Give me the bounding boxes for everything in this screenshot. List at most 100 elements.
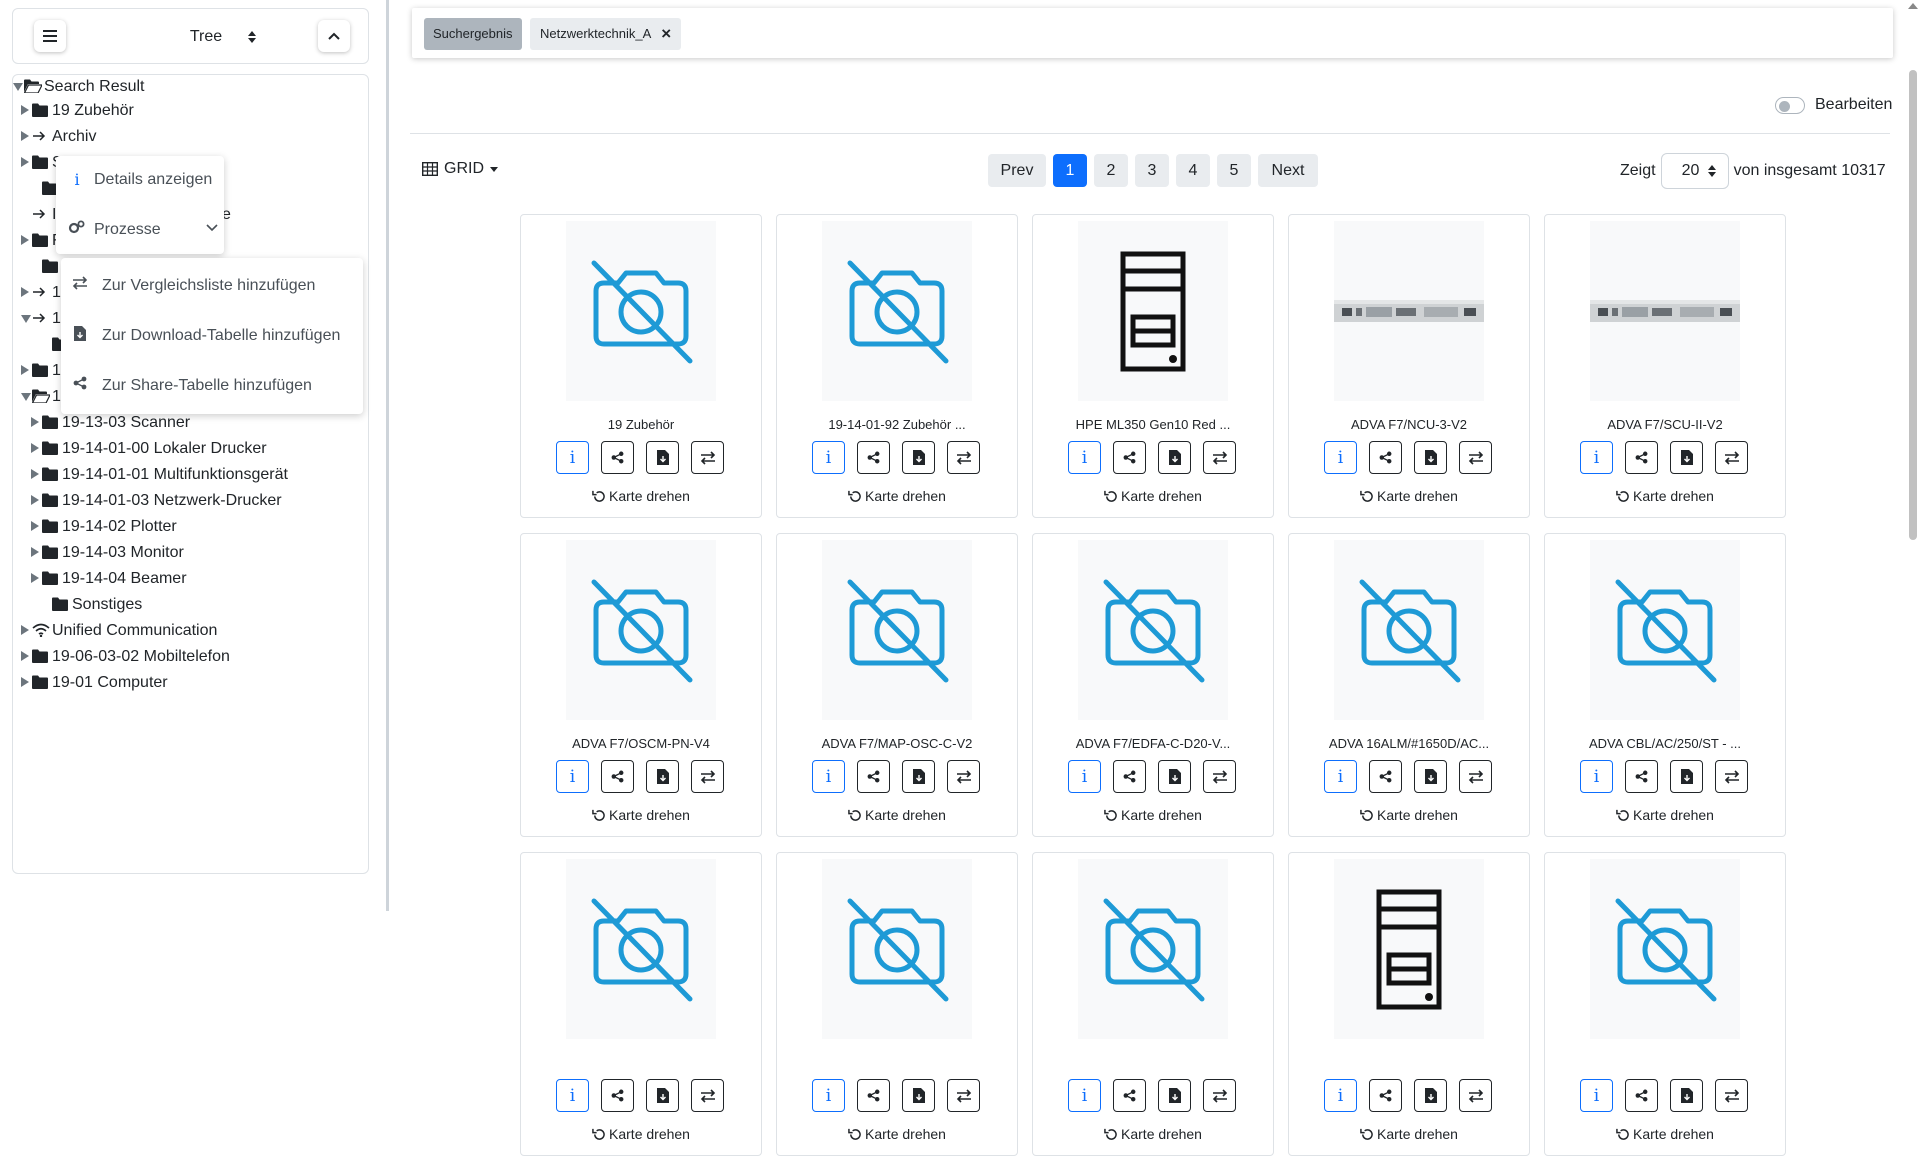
tree-item[interactable]: Archiv — [21, 125, 96, 149]
product-card[interactable]: i Karte drehen — [1288, 852, 1530, 1156]
tree-item[interactable]: 1 — [21, 385, 61, 409]
share-button[interactable] — [1369, 1079, 1402, 1112]
download-button[interactable] — [1158, 760, 1191, 793]
download-button[interactable] — [902, 1079, 935, 1112]
tree-item[interactable]: 19 Zubehör — [21, 99, 134, 123]
share-button[interactable] — [1625, 441, 1658, 474]
tree-item[interactable]: Search Result — [13, 75, 145, 99]
page-size-select[interactable]: 20 — [1660, 153, 1729, 189]
caret-right-icon[interactable] — [31, 492, 41, 510]
caret-right-icon[interactable] — [31, 518, 41, 536]
compare-button[interactable] — [1459, 441, 1492, 474]
processes-menu-item[interactable]: Prozesse — [68, 220, 218, 239]
caret-right-icon[interactable] — [21, 674, 31, 692]
tree-item[interactable]: 19-01 Computer — [21, 671, 168, 695]
info-button[interactable]: i — [812, 441, 845, 474]
info-button[interactable]: i — [1068, 760, 1101, 793]
download-button[interactable] — [1414, 441, 1447, 474]
product-card[interactable]: 19-14-01-92 Zubehör ... i Karte drehen — [776, 214, 1018, 518]
caret-right-icon[interactable] — [21, 284, 31, 302]
compare-button[interactable] — [1203, 1079, 1236, 1112]
tree-item[interactable]: 19-14-01-00 Lokaler Drucker — [31, 437, 267, 461]
product-card[interactable]: i Karte drehen — [1544, 852, 1786, 1156]
caret-right-icon[interactable] — [21, 232, 31, 250]
share-button[interactable] — [1625, 1079, 1658, 1112]
flip-card-button[interactable]: Karte drehen — [1545, 807, 1785, 823]
download-button[interactable] — [1670, 1079, 1703, 1112]
share-button[interactable] — [601, 1079, 634, 1112]
flip-card-button[interactable]: Karte drehen — [521, 807, 761, 823]
add-to-download-item[interactable]: Zur Download-Tabelle hinzufügen — [70, 326, 340, 346]
compare-button[interactable] — [1203, 760, 1236, 793]
edit-toggle[interactable]: Bearbeiten — [1775, 96, 1892, 114]
caret-right-icon[interactable] — [31, 414, 41, 432]
share-button[interactable] — [857, 760, 890, 793]
info-button[interactable]: i — [556, 441, 589, 474]
compare-button[interactable] — [947, 760, 980, 793]
tree-item[interactable]: Unified Communication — [21, 619, 217, 643]
product-card[interactable]: ADVA F7/SCU-II-V2 i Karte drehen — [1544, 214, 1786, 518]
flip-card-button[interactable]: Karte drehen — [1033, 807, 1273, 823]
page-5-button[interactable]: 5 — [1217, 154, 1251, 187]
compare-button[interactable] — [1203, 441, 1236, 474]
tree-item[interactable]: 19-14-01-03 Netzwerk-Drucker — [31, 489, 282, 513]
tree-item[interactable]: Sonstiges — [41, 593, 142, 617]
compare-button[interactable] — [691, 441, 724, 474]
download-button[interactable] — [1670, 760, 1703, 793]
page-4-button[interactable]: 4 — [1176, 154, 1210, 187]
close-icon[interactable]: × — [661, 18, 671, 50]
info-button[interactable]: i — [1068, 441, 1101, 474]
caret-down-icon[interactable] — [21, 388, 31, 406]
edit-switch[interactable] — [1775, 96, 1805, 114]
tree-item[interactable]: 19-06-03-02 Mobiltelefon — [21, 645, 230, 669]
download-button[interactable] — [646, 1079, 679, 1112]
compare-button[interactable] — [691, 760, 724, 793]
caret-right-icon[interactable] — [31, 570, 41, 588]
panel-splitter[interactable] — [386, 0, 389, 911]
product-card[interactable]: i Karte drehen — [520, 852, 762, 1156]
product-card[interactable]: ADVA F7/OSCM-PN-V4 i Karte drehen — [520, 533, 762, 837]
page-2-button[interactable]: 2 — [1094, 154, 1128, 187]
flip-card-button[interactable]: Karte drehen — [1289, 807, 1529, 823]
flip-card-button[interactable]: Karte drehen — [1289, 488, 1529, 504]
info-button[interactable]: i — [1068, 1079, 1101, 1112]
tree-item[interactable]: 19-13-03 Scanner — [31, 411, 190, 435]
info-button[interactable]: i — [1324, 1079, 1357, 1112]
flip-card-button[interactable]: Karte drehen — [521, 1126, 761, 1142]
download-button[interactable] — [1158, 1079, 1191, 1112]
flip-card-button[interactable]: Karte drehen — [1033, 488, 1273, 504]
info-button[interactable]: i — [556, 1079, 589, 1112]
share-button[interactable] — [857, 441, 890, 474]
download-button[interactable] — [902, 441, 935, 474]
download-button[interactable] — [646, 441, 679, 474]
caret-down-icon[interactable] — [13, 78, 23, 96]
info-button[interactable]: i — [1580, 1079, 1613, 1112]
caret-down-icon[interactable] — [21, 310, 31, 328]
caret-right-icon[interactable] — [21, 154, 31, 172]
prev-page-button[interactable]: Prev — [988, 154, 1046, 187]
flip-card-button[interactable]: Karte drehen — [1033, 1126, 1273, 1142]
compare-button[interactable] — [1715, 441, 1748, 474]
caret-right-icon[interactable] — [21, 102, 31, 120]
download-button[interactable] — [1414, 1079, 1447, 1112]
share-button[interactable] — [601, 441, 634, 474]
share-button[interactable] — [1369, 760, 1402, 793]
collapse-sidebar-button[interactable] — [318, 20, 350, 52]
caret-right-icon[interactable] — [31, 466, 41, 484]
share-button[interactable] — [1113, 441, 1146, 474]
product-card[interactable]: i Karte drehen — [1032, 852, 1274, 1156]
download-button[interactable] — [1670, 441, 1703, 474]
product-card[interactable]: HPE ML350 Gen10 Red ... i Karte drehen — [1032, 214, 1274, 518]
details-menu-item[interactable]: i Details anzeigen — [68, 170, 212, 189]
view-mode-select[interactable]: Tree — [163, 25, 283, 49]
caret-right-icon[interactable] — [31, 544, 41, 562]
compare-button[interactable] — [947, 441, 980, 474]
info-button[interactable]: i — [1324, 441, 1357, 474]
product-card[interactable]: ADVA F7/EDFA-C-D20-V... i Karte drehen — [1032, 533, 1274, 837]
download-button[interactable] — [1158, 441, 1191, 474]
compare-button[interactable] — [1459, 760, 1492, 793]
caret-right-icon[interactable] — [21, 362, 31, 380]
download-button[interactable] — [902, 760, 935, 793]
info-button[interactable]: i — [1580, 760, 1613, 793]
product-card[interactable]: i Karte drehen — [776, 852, 1018, 1156]
